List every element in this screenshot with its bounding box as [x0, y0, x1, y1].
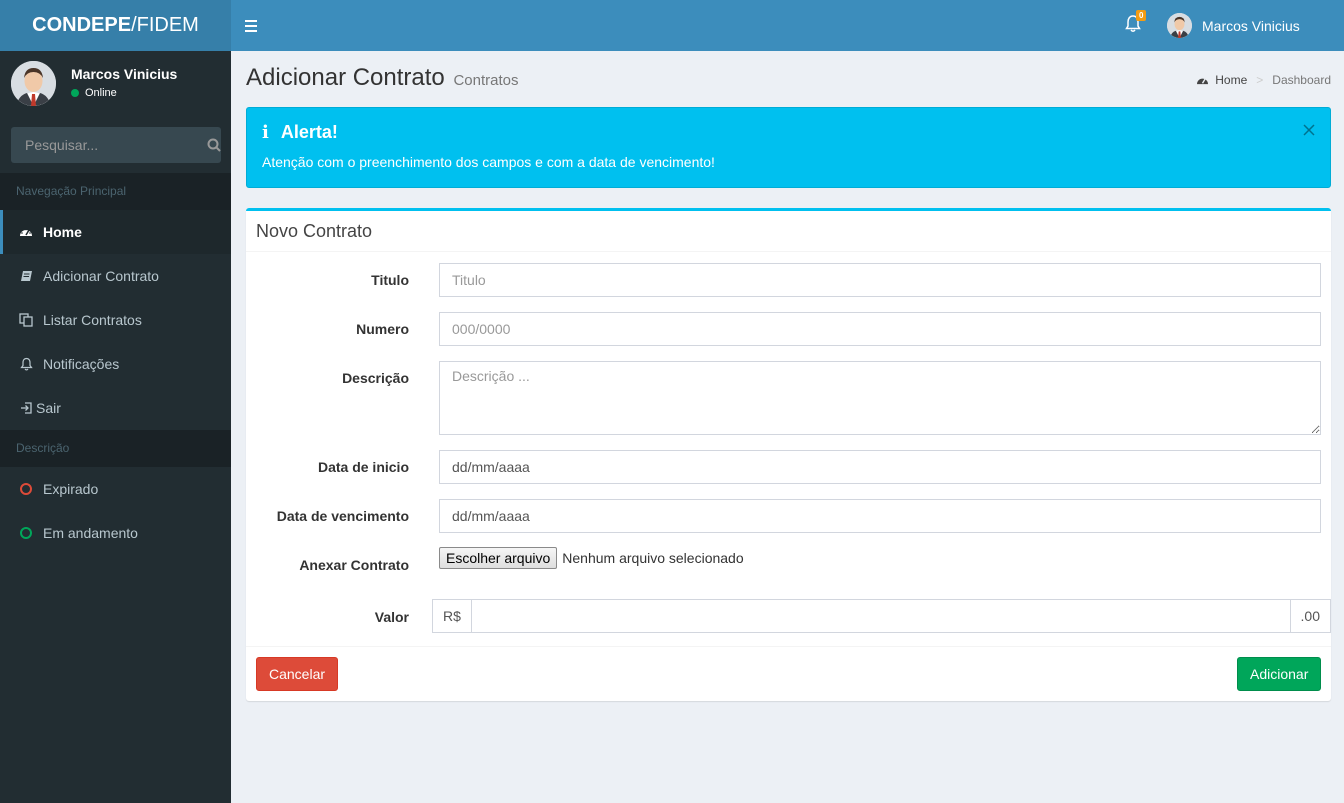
- sign-out-icon: [19, 401, 33, 415]
- avatar: [1167, 13, 1192, 38]
- sidebar-item-logout[interactable]: Sair: [0, 386, 231, 430]
- numero-label: Numero: [356, 321, 409, 337]
- sidebar-item-notifications[interactable]: Notificações: [0, 342, 231, 386]
- titulo-input[interactable]: [439, 263, 1321, 297]
- logo-rest: /FIDEM: [131, 14, 199, 36]
- legend-label: Expirado: [43, 481, 99, 497]
- search-input[interactable]: [11, 127, 206, 163]
- sidebar-toggle-icon[interactable]: [245, 15, 259, 35]
- dashboard-icon: [19, 225, 33, 239]
- legend-item-expired[interactable]: Expirado: [0, 467, 231, 511]
- avatar: [11, 61, 56, 106]
- user-status: Online: [71, 87, 117, 99]
- online-dot-icon: [71, 89, 79, 97]
- data-vencimento-label: Data de vencimento: [276, 508, 409, 524]
- logo-bold: CONDEPE: [32, 14, 132, 36]
- user-panel: Marcos Vinicius Online: [0, 51, 231, 121]
- app-logo[interactable]: CONDEPE/FIDEM: [0, 0, 231, 51]
- info-icon: i: [262, 122, 269, 143]
- sidebar-user-name: Marcos Vinicius: [71, 66, 178, 82]
- valor-label: Valor: [374, 609, 409, 625]
- legend-label: Em andamento: [43, 525, 138, 541]
- sidebar-item-home[interactable]: Home: [0, 210, 231, 254]
- form-footer: [246, 646, 1331, 647]
- sidebar: Marcos Vinicius Online Navegação Princip…: [0, 51, 231, 803]
- file-upload: Escolher arquivo Nenhum arquivo selecion…: [439, 547, 744, 569]
- top-navbar: 0 Marcos Vinicius: [231, 0, 1344, 51]
- sidebar-item-label: Adicionar Contrato: [43, 268, 159, 284]
- data-inicio-input[interactable]: [439, 450, 1321, 484]
- copy-icon: [19, 313, 33, 327]
- titulo-label: Titulo: [371, 272, 409, 288]
- book-icon: [19, 269, 33, 283]
- legend-item-in-progress[interactable]: Em andamento: [0, 511, 231, 555]
- close-icon[interactable]: [1302, 123, 1316, 137]
- add-button[interactable]: Adicionar: [1237, 657, 1321, 691]
- user-status-text: Online: [85, 87, 117, 99]
- choose-file-button[interactable]: Escolher arquivo: [439, 547, 558, 569]
- breadcrumb: Home > Dashboard: [1196, 73, 1331, 87]
- search-icon[interactable]: [206, 127, 221, 163]
- anexar-label: Anexar Contrato: [299, 557, 409, 573]
- sidebar-item-label: Notificações: [43, 356, 120, 372]
- data-vencimento-input[interactable]: [439, 499, 1321, 533]
- page-title: Adicionar Contrato Contratos: [246, 64, 519, 92]
- circle-red-icon: [20, 483, 32, 495]
- description-header: Descrição: [0, 430, 231, 467]
- descricao-textarea[interactable]: [439, 361, 1321, 435]
- sidebar-item-list-contracts[interactable]: Listar Contratos: [0, 298, 231, 342]
- divider: [246, 251, 1331, 252]
- file-status: Nenhum arquivo selecionado: [562, 550, 744, 566]
- nav-header: Navegação Principal: [0, 173, 231, 210]
- circle-green-icon: [20, 527, 32, 539]
- sidebar-item-label: Listar Contratos: [43, 312, 142, 328]
- alert-text: Atenção com o preenchimento dos campos e…: [262, 154, 715, 170]
- currency-prefix: R$: [432, 599, 471, 633]
- sidebar-item-label: Sair: [36, 400, 61, 416]
- user-menu[interactable]: Marcos Vinicius: [1167, 13, 1300, 38]
- descricao-label: Descrição: [342, 370, 409, 386]
- sidebar-search: [11, 127, 221, 163]
- breadcrumb-current: Dashboard: [1272, 73, 1331, 87]
- sidebar-item-add-contract[interactable]: Adicionar Contrato: [0, 254, 231, 298]
- alert-title-text: Alerta!: [280, 122, 338, 142]
- cancel-button[interactable]: Cancelar: [256, 657, 338, 691]
- valor-input[interactable]: [470, 599, 1291, 633]
- notification-count-badge: 0: [1136, 10, 1147, 21]
- numero-input[interactable]: [439, 312, 1321, 346]
- info-alert: i Alerta! Atenção com o preenchimento do…: [246, 107, 1331, 188]
- sidebar-item-label: Home: [43, 224, 82, 240]
- page-title-text: Adicionar Contrato: [246, 64, 445, 91]
- nav-user-name: Marcos Vinicius: [1202, 17, 1300, 34]
- data-inicio-label: Data de inicio: [317, 459, 409, 475]
- breadcrumb-home[interactable]: Home: [1215, 73, 1247, 87]
- page-subtitle: Contratos: [453, 72, 519, 89]
- new-contract-form: Novo Contrato Titulo Numero Descrição Da…: [246, 208, 1331, 701]
- form-title: Novo Contrato: [256, 221, 373, 241]
- alert-title: i Alerta!: [262, 122, 338, 143]
- dashboard-icon: [1197, 77, 1209, 84]
- valor-input-group: R$ .00: [432, 599, 1331, 633]
- breadcrumb-separator: >: [1256, 73, 1264, 87]
- bell-icon: [19, 357, 33, 371]
- decimal-suffix: .00: [1290, 599, 1331, 633]
